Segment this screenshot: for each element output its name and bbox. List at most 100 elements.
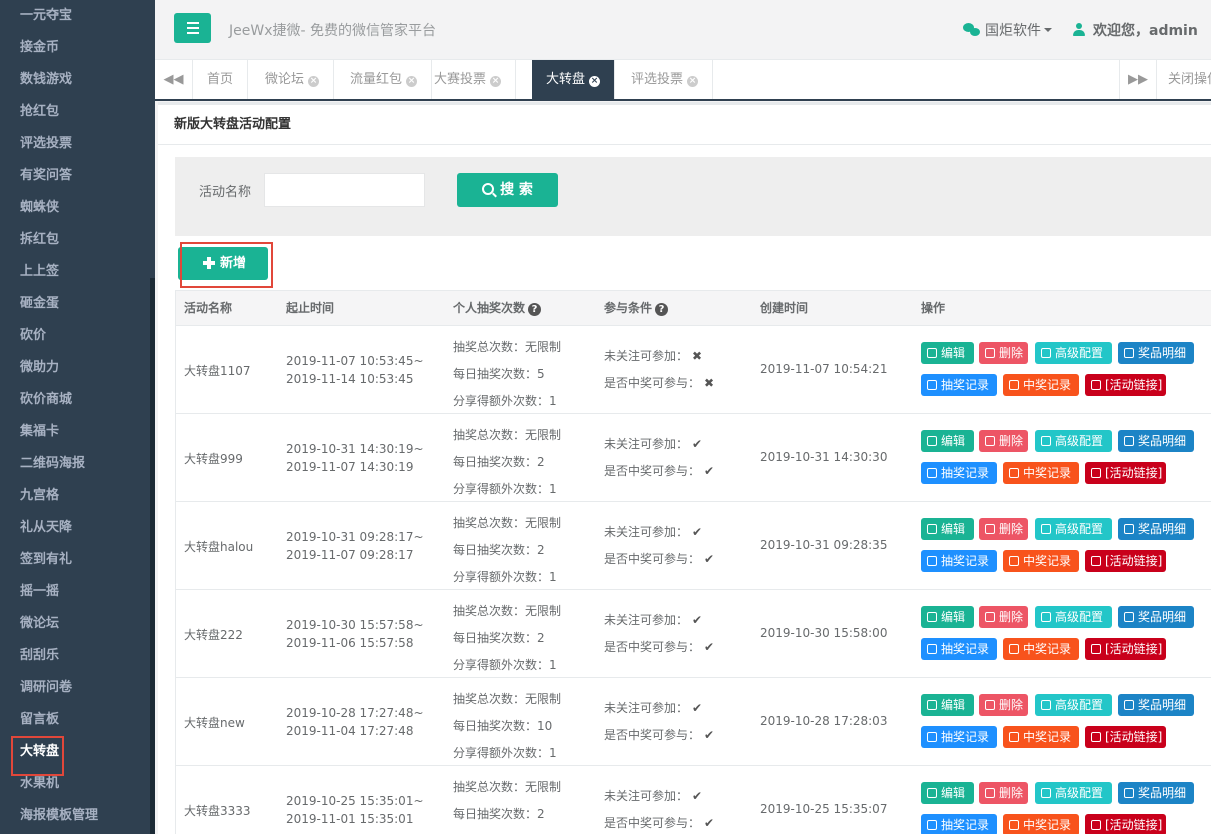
- prize-detail-button[interactable]: 奖品明细: [1118, 694, 1194, 716]
- edit-button[interactable]: 编辑: [921, 606, 974, 628]
- draw-records-button[interactable]: 抽奖记录: [921, 374, 997, 396]
- activity-name-input[interactable]: [264, 173, 425, 207]
- activity-link-button[interactable]: [活动链接]: [1085, 462, 1166, 484]
- prize-detail-button[interactable]: 奖品明细: [1118, 342, 1194, 364]
- draw-records-button[interactable]: 抽奖记录: [921, 462, 997, 484]
- activity-link-button[interactable]: [活动链接]: [1085, 374, 1166, 396]
- search-button[interactable]: 搜 索: [457, 173, 558, 207]
- prize-detail-button[interactable]: 奖品明细: [1118, 606, 1194, 628]
- search-label: 活动名称: [199, 185, 252, 200]
- help-icon[interactable]: ?: [655, 303, 669, 316]
- sidebar-item[interactable]: 砍价: [0, 320, 155, 352]
- period: 2019-10-31 14:30:19~ 2019-11-07 14:30:19: [286, 440, 424, 476]
- sidebar-item[interactable]: 蜘蛛侠: [0, 192, 155, 224]
- help-icon[interactable]: ?: [528, 303, 542, 316]
- user-welcome[interactable]: 欢迎您，admin: [1073, 20, 1198, 40]
- sidebar-item[interactable]: 二维码海报: [0, 448, 155, 480]
- edit-button[interactable]: 编辑: [921, 518, 974, 540]
- prize-detail-button[interactable]: 奖品明细: [1118, 782, 1194, 804]
- activity-link-button[interactable]: [活动链接]: [1085, 726, 1166, 748]
- sidebar-item[interactable]: 刮刮乐: [0, 640, 155, 672]
- sidebar-item[interactable]: 接金币: [0, 32, 155, 64]
- sidebar-item[interactable]: 微助力: [0, 352, 155, 384]
- sidebar-item[interactable]: 一元夺宝: [0, 0, 155, 32]
- tab[interactable]: 微论坛 ×: [251, 60, 335, 99]
- prize-detail-button[interactable]: 奖品明细: [1118, 430, 1194, 452]
- delete-button[interactable]: 删除: [979, 342, 1028, 364]
- edit-button[interactable]: 编辑: [921, 694, 974, 716]
- sidebar-scrollbar[interactable]: [150, 278, 155, 834]
- total-count: 抽奖总次数：无限制: [453, 780, 562, 794]
- sidebar-item[interactable]: 签到有礼: [0, 544, 155, 576]
- total-count: 抽奖总次数：无限制: [453, 692, 562, 706]
- delete-button[interactable]: 删除: [979, 430, 1028, 452]
- advanced-config-button[interactable]: 高级配置: [1035, 782, 1112, 804]
- sidebar-item[interactable]: 砍价商城: [0, 384, 155, 416]
- close-tab-icon[interactable]: ×: [589, 76, 601, 87]
- advanced-config-button[interactable]: 高级配置: [1035, 694, 1112, 716]
- edit-button[interactable]: 编辑: [921, 342, 974, 364]
- close-tab-icon[interactable]: ×: [490, 76, 502, 87]
- draw-records-button[interactable]: 抽奖记录: [921, 638, 997, 660]
- win-records-button[interactable]: 中奖记录: [1003, 374, 1079, 396]
- sidebar-item[interactable]: 数钱游戏: [0, 64, 155, 96]
- advanced-config-button[interactable]: 高级配置: [1035, 518, 1112, 540]
- sidebar-item[interactable]: 上上签: [0, 256, 155, 288]
- sidebar-item[interactable]: 海报模板管理: [0, 800, 155, 832]
- advanced-config-button[interactable]: 高级配置: [1035, 430, 1112, 452]
- search-button-label: 搜 索: [500, 182, 533, 198]
- close-tab-icon[interactable]: ×: [406, 76, 418, 87]
- delete-button[interactable]: 删除: [979, 694, 1028, 716]
- tab-scroll-left-button[interactable]: ◀◀: [155, 60, 193, 99]
- sidebar-item[interactable]: 集福卡: [0, 416, 155, 448]
- sidebar-item[interactable]: 摇一摇: [0, 576, 155, 608]
- close-tab-icon[interactable]: ×: [308, 76, 320, 87]
- activity-link-button[interactable]: [活动链接]: [1085, 814, 1166, 834]
- close-operations-button[interactable]: 关闭操作: [1168, 60, 1211, 99]
- tab[interactable]: 大转盘 ×: [532, 60, 616, 99]
- activity-link-button-label: [活动链接]: [1105, 818, 1163, 832]
- activity-link-button[interactable]: [活动链接]: [1085, 550, 1166, 572]
- edit-button[interactable]: 编辑: [921, 782, 974, 804]
- win-records-button[interactable]: 中奖记录: [1003, 550, 1079, 572]
- cond-winner-label: 是否中奖可参与：: [604, 640, 701, 654]
- draw-records-button[interactable]: 抽奖记录: [921, 814, 997, 834]
- activity-link-button[interactable]: [活动链接]: [1085, 638, 1166, 660]
- edit-button[interactable]: 编辑: [921, 430, 974, 452]
- sidebar-item[interactable]: 砸金蛋: [0, 288, 155, 320]
- delete-button[interactable]: 删除: [979, 606, 1028, 628]
- win-records-icon: [1009, 380, 1019, 390]
- advanced-config-button[interactable]: 高级配置: [1035, 342, 1112, 364]
- advanced-config-button[interactable]: 高级配置: [1035, 606, 1112, 628]
- draw-records-button[interactable]: 抽奖记录: [921, 550, 997, 572]
- tab[interactable]: 流量红包 ×: [336, 60, 433, 99]
- tab-scroll-right-button[interactable]: ▶▶: [1119, 60, 1157, 99]
- win-records-button[interactable]: 中奖记录: [1003, 814, 1079, 834]
- sidebar-item[interactable]: 拆红包: [0, 224, 155, 256]
- th-draw-count-label: 个人抽奖次数: [453, 301, 526, 315]
- delete-button[interactable]: 删除: [979, 518, 1028, 540]
- tab[interactable]: 大赛投票 ×: [420, 60, 517, 99]
- prize-detail-button[interactable]: 奖品明细: [1118, 518, 1194, 540]
- brand-dropdown[interactable]: 国炬软件: [963, 20, 1052, 40]
- close-tab-icon[interactable]: ×: [687, 76, 699, 87]
- win-records-button[interactable]: 中奖记录: [1003, 638, 1079, 660]
- prize-detail-icon: [1124, 348, 1134, 358]
- menu-toggle-button[interactable]: [174, 13, 211, 43]
- sidebar-item[interactable]: 九宫格: [0, 480, 155, 512]
- sidebar-item[interactable]: 有奖问答: [0, 160, 155, 192]
- sidebar-item[interactable]: 礼从天降: [0, 512, 155, 544]
- tab[interactable]: 评选投票 ×: [617, 60, 714, 99]
- sidebar-item[interactable]: 留言板: [0, 704, 155, 736]
- table-body: 大转盘1107 2019-11-07 10:53:45~ 2019-11-14 10…: [175, 326, 1211, 834]
- win-records-button[interactable]: 中奖记录: [1003, 462, 1079, 484]
- sidebar-item[interactable]: 评选投票: [0, 128, 155, 160]
- sidebar-item[interactable]: 抢红包: [0, 96, 155, 128]
- tab[interactable]: 首页: [193, 60, 249, 99]
- win-records-button[interactable]: 中奖记录: [1003, 726, 1079, 748]
- sidebar-item[interactable]: 微论坛: [0, 608, 155, 640]
- sidebar-item[interactable]: 调研问卷: [0, 672, 155, 704]
- tab-label: 评选投票: [631, 72, 684, 87]
- delete-button[interactable]: 删除: [979, 782, 1028, 804]
- draw-records-button[interactable]: 抽奖记录: [921, 726, 997, 748]
